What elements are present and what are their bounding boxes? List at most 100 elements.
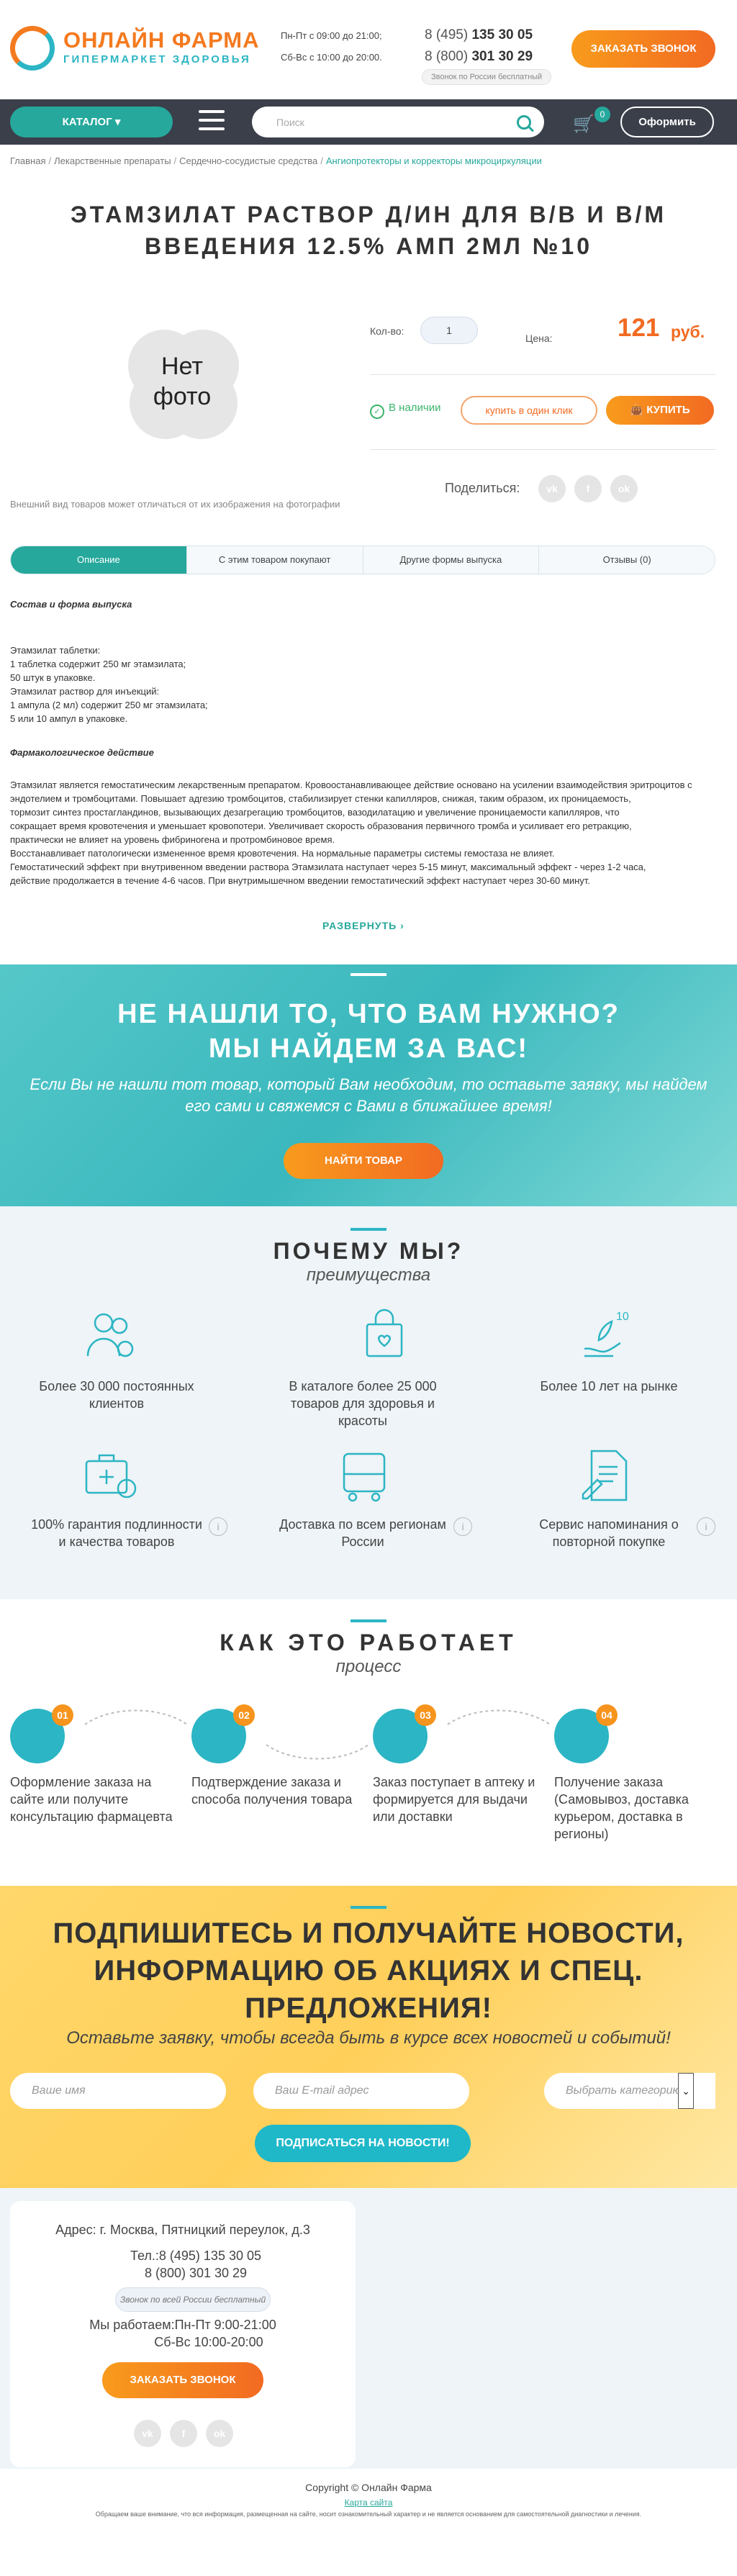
working-hours: Мы работаем:Пн-Пт 9:00-21:00	[89, 2318, 276, 2332]
catalog-button[interactable]: КАТАЛОГ ▾	[10, 107, 173, 137]
share-label: Поделиться:	[445, 481, 520, 495]
breadcrumb-item[interactable]: Сердечно-сосудистые средства	[179, 155, 317, 166]
menu-icon[interactable]	[199, 110, 225, 133]
quantity-label: Кол-во:	[370, 325, 404, 337]
header: ОНЛАЙН ФАРМА ГИПЕРМАРКЕТ ЗДОРОВЬЯ Пн-Пт …	[0, 0, 737, 99]
address: Адрес: г. Москва, Пятницкий переулок, д.…	[55, 2223, 310, 2237]
stock-status: ✓ В наличии	[370, 402, 441, 419]
section-subtitle: процесс	[335, 1657, 402, 1676]
composition-text: Этамзилат таблетки: 1 таблетка содержит …	[10, 645, 208, 724]
phone-russia[interactable]: 8 (800) 301 30 29	[23, 2264, 368, 2282]
breadcrumb: Главная / Лекарственные препараты / Сердечно…	[10, 155, 542, 166]
logo-icon[interactable]	[10, 26, 55, 71]
buy-one-click-button[interactable]: купить в один клик	[461, 396, 597, 425]
expand-link[interactable]: РАЗВЕРНУТЬ ›	[322, 920, 404, 931]
tab-bought-together[interactable]: С этим товаром покупают	[186, 546, 363, 574]
chevron-right-icon: ›	[400, 920, 404, 931]
phone-moscow[interactable]: Тел.:8 (495) 135 30 05	[23, 2247, 368, 2264]
facebook-icon[interactable]: f	[170, 2420, 197, 2447]
info-icon[interactable]: i	[697, 1517, 715, 1536]
feature-text: Сервис напоминания о повторной покупке	[539, 1517, 679, 1549]
clients-icon	[86, 1313, 134, 1357]
divider	[351, 1619, 386, 1622]
step-text: Подтверждение заказа и способа получения…	[191, 1775, 353, 1807]
info-icon[interactable]: i	[453, 1517, 472, 1536]
phone-russia[interactable]: 8 (800) 301 30 29	[425, 49, 533, 65]
price-label: Цена:	[525, 333, 553, 344]
subscribe-button[interactable]: ПОДПИСАТЬСЯ НА НОВОСТИ!	[255, 2125, 471, 2162]
info-icon[interactable]: i	[209, 1517, 227, 1536]
subscribe-subtitle: Оставьте заявку, чтобы всегда быть в кур…	[66, 2028, 671, 2048]
divider	[351, 1228, 386, 1231]
feature-text: Более 30 000 постоянных клиентов	[39, 1379, 194, 1411]
page-title-line: ЭТАМЗИЛАТ РАСТВОР Д/ИН ДЛЯ В/В И В/М	[70, 202, 667, 227]
tab-description[interactable]: Описание	[11, 546, 186, 574]
breadcrumb-item[interactable]: Главная	[10, 155, 45, 166]
feature-text: В каталоге более 25 000 товаров для здор…	[289, 1379, 437, 1428]
divider	[370, 449, 715, 450]
vk-icon[interactable]: vk	[538, 475, 566, 502]
breadcrumb-item-current: Ангиопротекторы и корректоры микроциркул…	[325, 155, 542, 166]
divider	[351, 973, 386, 976]
section-heading: Состав и форма выпуска	[10, 599, 132, 610]
banner-title: МЫ НАЙДЕМ ЗА ВАС!	[208, 1034, 529, 1064]
logo-subtitle: ГИПЕРМАРКЕТ ЗДОРОВЬЯ	[63, 53, 251, 65]
free-call-note: Звонок по всей России бесплатный	[115, 2287, 271, 2312]
search-icon[interactable]	[517, 115, 531, 130]
no-photo-text: Нет фото	[153, 353, 212, 410]
cart-icon[interactable]: 🛒	[573, 114, 594, 135]
copyright: Copyright © Онлайн Фарма	[305, 2482, 432, 2493]
divider	[370, 374, 715, 375]
legal-note: Обращаем ваше внимание, что вся информац…	[95, 2511, 642, 2518]
phone-number: 301 30 29	[471, 49, 533, 64]
ten-years-icon: 10	[584, 1311, 629, 1357]
arrow-icon	[84, 1709, 188, 1725]
search-input[interactable]	[252, 107, 544, 137]
chevron-down-icon: ▾	[114, 116, 121, 128]
section-heading: Фармакологическое действие	[10, 747, 154, 758]
bag-icon: 👜	[630, 404, 644, 416]
catalog-label: КАТАЛОГ	[62, 116, 112, 128]
step-text: Получение заказа (Самовывоз, доставка ку…	[554, 1775, 689, 1841]
page-title: ЭТАМЗИЛАТ РАСТВОР Д/ИН ДЛЯ В/В И В/М ВВЕ…	[29, 199, 708, 262]
vk-icon[interactable]: vk	[134, 2420, 161, 2447]
buy-label: КУПИТЬ	[646, 404, 690, 416]
chevron-down-icon[interactable]: ⌄	[678, 2073, 694, 2109]
order-call-button[interactable]: ЗАКАЗАТЬ ЗВОНОК	[102, 2362, 263, 2398]
checkout-button[interactable]: Оформить	[620, 107, 714, 137]
facebook-icon[interactable]: f	[574, 475, 602, 502]
email-field[interactable]	[253, 2073, 469, 2109]
odnoklassniki-icon[interactable]: ok	[610, 475, 638, 502]
odnoklassniki-icon[interactable]: ok	[206, 2420, 233, 2447]
subscribe-title: ПОДПИШИТЕСЬ И ПОЛУЧАЙТЕ НОВОСТИ, ИНФОРМА…	[53, 1917, 684, 2024]
nav-bar: КАТАЛОГ ▾ 🛒 0 Оформить	[0, 99, 737, 145]
breadcrumb-item[interactable]: Лекарственные препараты	[54, 155, 171, 166]
description: Состав и форма выпуска Этамзилат таблетк…	[10, 597, 723, 887]
section-subtitle: преимущества	[306, 1265, 431, 1285]
step-text: Оформление заказа на сайте или получите …	[10, 1775, 173, 1824]
logo-title[interactable]: ОНЛАЙН ФАРМА	[63, 27, 259, 53]
phone-moscow[interactable]: 8 (495) 135 30 05	[425, 27, 533, 43]
page-title-line: ВВЕДЕНИЯ 12.5% АМП 2МЛ №10	[144, 233, 593, 259]
price-value: 121	[618, 314, 660, 342]
step-number: 03	[415, 1704, 436, 1726]
sitemap-link[interactable]: Карта сайта	[0, 2498, 737, 2508]
divider	[351, 1906, 386, 1909]
free-call-note: Звонок по России бесплатный	[422, 69, 552, 85]
banner-subtitle: Если Вы не нашли тот товар, который Вам …	[30, 1075, 707, 1115]
tab-reviews[interactable]: Отзывы (0)	[538, 546, 715, 574]
product-tabs: Описание С этим товаром покупают Другие …	[10, 546, 715, 574]
reminder-icon	[582, 1450, 628, 1501]
price-unit: руб.	[671, 322, 705, 341]
pharmacology-text: Этамзилат является гемостатическим лекар…	[10, 779, 692, 886]
arrow-icon	[447, 1709, 551, 1725]
quantity-stepper[interactable]: 1	[420, 317, 478, 344]
phone-prefix: 8 (495)	[425, 27, 469, 42]
schedule-weekdays: Пн-Пт с 09:00 до 21:00;	[281, 30, 382, 41]
buy-button[interactable]: 👜 КУПИТЬ	[606, 396, 714, 425]
order-call-button[interactable]: ЗАКАЗАТЬ ЗВОНОК	[571, 30, 715, 68]
tab-other-forms[interactable]: Другие формы выпуска	[362, 546, 539, 574]
name-field[interactable]	[10, 2073, 226, 2109]
section-title: КАК ЭТО РАБОТАЕТ	[220, 1630, 517, 1655]
find-product-button[interactable]: НАЙТИ ТОВАР	[284, 1143, 443, 1179]
